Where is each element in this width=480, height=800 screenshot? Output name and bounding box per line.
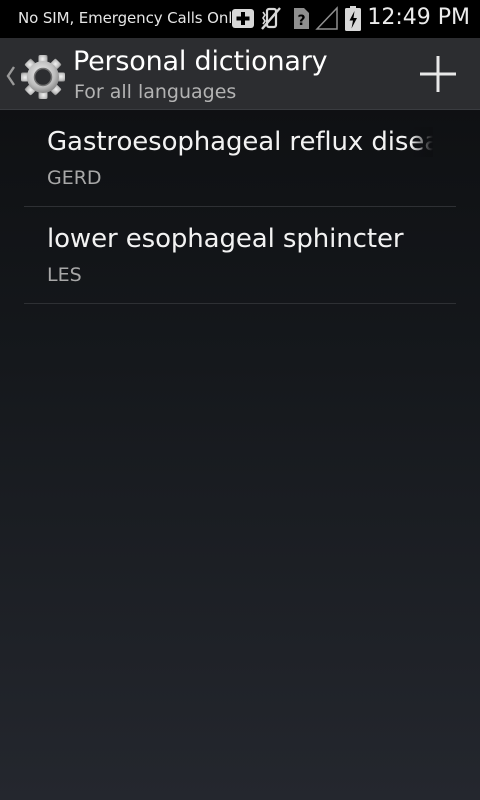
add-box-icon bbox=[231, 0, 255, 38]
settings-gear-icon bbox=[20, 54, 66, 104]
no-sim-icon: ? bbox=[290, 0, 312, 38]
status-bar: No SIM, Emergency Calls Only ? 12:49 PM bbox=[0, 0, 480, 38]
list-item[interactable]: lower esophageal sphincter LES bbox=[24, 207, 456, 304]
word-text: lower esophageal sphincter bbox=[47, 224, 404, 254]
screen: No SIM, Emergency Calls Only ? 12:49 PM … bbox=[0, 0, 480, 800]
word-text: Gastroesophageal reflux disease bbox=[47, 127, 433, 157]
page-title: Personal dictionary bbox=[73, 46, 328, 77]
add-word-button[interactable] bbox=[410, 50, 466, 98]
carrier-status-text: No SIM, Emergency Calls Only bbox=[18, 9, 242, 27]
vibrate-off-icon bbox=[259, 0, 283, 38]
list-item[interactable]: Gastroesophageal reflux disease GERD bbox=[24, 110, 456, 207]
svg-text:?: ? bbox=[297, 13, 305, 29]
add-icon bbox=[419, 55, 457, 97]
signal-icon bbox=[315, 0, 339, 38]
clock: 12:49 PM bbox=[367, 5, 470, 30]
shortcut-text: GERD bbox=[47, 167, 102, 189]
action-bar: Personal dictionary For all languages bbox=[0, 38, 480, 110]
up-caret-icon bbox=[5, 65, 17, 91]
up-navigation-button[interactable] bbox=[2, 44, 68, 104]
word-list: Gastroesophageal reflux disease GERD low… bbox=[24, 110, 456, 304]
page-subtitle: For all languages bbox=[74, 81, 237, 103]
shortcut-text: LES bbox=[47, 264, 82, 286]
battery-charging-icon bbox=[342, 0, 364, 38]
